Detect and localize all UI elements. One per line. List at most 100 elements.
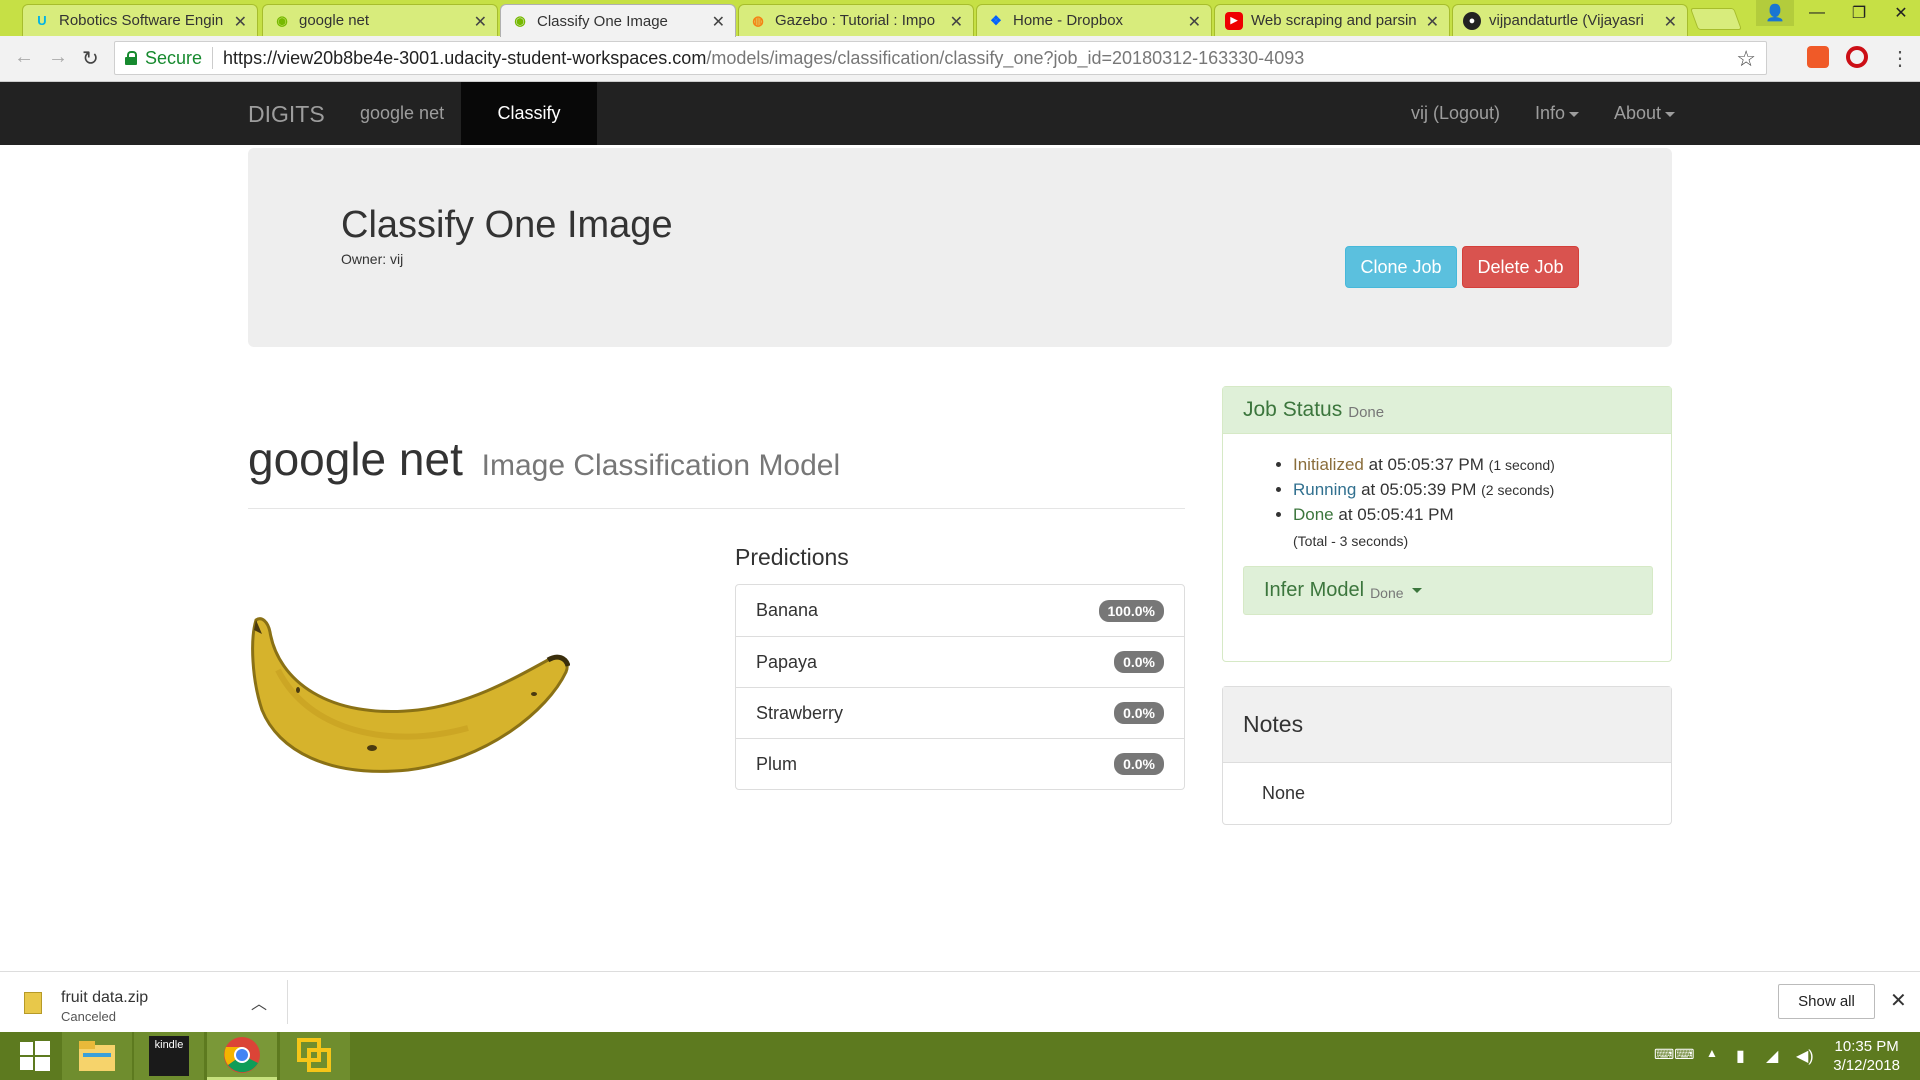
- tab-gazebo[interactable]: ◍ Gazebo : Tutorial : Impo ✕: [738, 4, 974, 36]
- prediction-item: Strawberry 0.0%: [736, 687, 1184, 738]
- close-icon[interactable]: ✕: [1188, 12, 1201, 32]
- close-icon[interactable]: ✕: [234, 12, 247, 32]
- bookmark-star-icon[interactable]: ☆: [1736, 46, 1756, 72]
- tray-expand-icon[interactable]: ▲: [1706, 1046, 1718, 1060]
- clock-date: 3/12/2018: [1833, 1057, 1900, 1074]
- job-owner: Owner: vij: [341, 251, 404, 267]
- system-clock[interactable]: 10:35 PM 3/12/2018: [1833, 1037, 1900, 1075]
- menu-icon[interactable]: ⋮: [1890, 46, 1910, 71]
- windows-start-icon[interactable]: [0, 1032, 70, 1080]
- chrome-icon[interactable]: [207, 1032, 277, 1080]
- minimize-icon[interactable]: —: [1798, 0, 1836, 26]
- delete-job-button[interactable]: Delete Job: [1462, 246, 1579, 288]
- prediction-badge: 0.0%: [1114, 651, 1164, 673]
- tab-dropbox[interactable]: ❖ Home - Dropbox ✕: [976, 4, 1212, 36]
- nav-classify-one[interactable]: Classify One: [461, 82, 597, 186]
- model-name[interactable]: google net: [248, 433, 463, 485]
- close-icon[interactable]: ✕: [1890, 988, 1907, 1013]
- close-icon[interactable]: ✕: [1426, 12, 1439, 32]
- gazebo-icon: ◍: [752, 12, 764, 28]
- network-icon[interactable]: ◢: [1766, 1046, 1778, 1066]
- tab-title: Robotics Software Engin: [59, 12, 224, 29]
- reload-icon[interactable]: ↻: [82, 46, 99, 71]
- caret-down-icon: [1411, 588, 1422, 593]
- restore-icon[interactable]: ❐: [1840, 0, 1878, 26]
- job-status-state: Done: [1348, 403, 1385, 421]
- new-tab-button[interactable]: [1689, 8, 1743, 30]
- nav-about-menu[interactable]: About: [1596, 82, 1693, 145]
- github-icon: ●: [1463, 11, 1481, 30]
- close-icon[interactable]: ✕: [1664, 12, 1677, 32]
- job-status-title: Job Status: [1243, 398, 1343, 421]
- secure-label: Secure: [145, 47, 203, 68]
- opera-icon[interactable]: [1846, 46, 1868, 68]
- tab-classify-one[interactable]: ◉ Classify One Image ✕: [500, 4, 736, 37]
- nav-about-label: About: [1614, 103, 1662, 123]
- prediction-label: Banana: [756, 600, 819, 620]
- file-explorer-icon[interactable]: [62, 1032, 132, 1080]
- nav-info-menu[interactable]: Info: [1517, 82, 1597, 145]
- infer-model-state: Done: [1370, 584, 1404, 601]
- nvidia-icon: ◉: [276, 12, 288, 28]
- tab-title: Home - Dropbox: [1013, 12, 1124, 29]
- clone-job-button[interactable]: Clone Job: [1345, 246, 1457, 288]
- window-close-icon[interactable]: ✕: [1882, 0, 1920, 26]
- status-state: Done: [1293, 505, 1334, 524]
- close-icon[interactable]: ✕: [950, 12, 963, 32]
- url-path: /models/images/classification/classify_o…: [706, 47, 1305, 68]
- page-title: Classify One Image: [341, 204, 673, 246]
- forward-icon[interactable]: →: [48, 46, 68, 69]
- status-time: at 05:05:41 PM: [1338, 505, 1454, 524]
- prediction-item: Papaya 0.0%: [736, 636, 1184, 687]
- status-time: at 05:05:37 PM: [1368, 455, 1484, 474]
- job-status-heading: Job Status Done: [1223, 387, 1671, 434]
- caret-down-icon: [1569, 111, 1580, 117]
- job-header: Classify One Image Owner: vij Clone Job …: [248, 148, 1672, 347]
- brand-logo[interactable]: DIGITS: [248, 101, 325, 128]
- divider: [212, 47, 214, 69]
- address-bar[interactable]: Secure https://view20b8be4e-3001.udacity…: [114, 41, 1767, 75]
- status-state: Running: [1293, 480, 1357, 499]
- digits-navbar: DIGITS google net Classify One vij (Logo…: [0, 82, 1920, 186]
- tab-title: vijpandaturtle (Vijayasri: [1489, 12, 1644, 29]
- back-icon[interactable]: ←: [14, 46, 34, 69]
- kindle-icon[interactable]: kindle: [134, 1032, 204, 1080]
- status-state: Initialized: [1293, 455, 1364, 474]
- chevron-up-icon[interactable]: ︿: [251, 990, 267, 1014]
- tab-google-net[interactable]: ◉ google net ✕: [262, 4, 498, 36]
- prediction-label: Papaya: [756, 651, 818, 672]
- status-event: Done at 05:05:41 PM: [1293, 505, 1555, 530]
- keyboard-icon[interactable]: ⌨⌨: [1654, 1046, 1694, 1063]
- show-all-button[interactable]: Show all: [1778, 984, 1875, 1019]
- model-type: Image Classification Model: [481, 449, 841, 482]
- nav-logout[interactable]: vij (Logout): [1393, 82, 1518, 145]
- tab-title: google net: [299, 12, 370, 29]
- prediction-badge: 100.0%: [1098, 599, 1164, 622]
- download-filename[interactable]: fruit data.zip: [61, 989, 148, 1007]
- status-duration: (2 seconds): [1481, 482, 1555, 498]
- tab-youtube[interactable]: ▶ Web scraping and parsin ✕: [1214, 4, 1450, 36]
- clock-time: 10:35 PM: [1834, 1038, 1899, 1055]
- close-icon[interactable]: ✕: [712, 12, 725, 32]
- nav-google-net[interactable]: google net: [342, 82, 462, 145]
- predictions-title: Predictions: [735, 544, 849, 570]
- classified-image-banana: [251, 617, 570, 773]
- extension-icon[interactable]: [1807, 46, 1829, 68]
- windows-taskbar: kindle ⌨⌨ ▲ ▮ ◢ ◀) 10:35 PM 3/12/2018: [0, 1032, 1920, 1080]
- prediction-badge: 0.0%: [1114, 702, 1164, 724]
- close-icon[interactable]: ✕: [474, 12, 487, 32]
- dropbox-icon: ❖: [990, 12, 1002, 28]
- vmware-icon[interactable]: [280, 1032, 350, 1080]
- notes-body: None: [1262, 783, 1306, 803]
- tab-github[interactable]: ● vijpandaturtle (Vijayasri ✕: [1452, 4, 1688, 36]
- divider: [287, 980, 288, 1024]
- infer-model-dropdown[interactable]: Infer Model Done: [1243, 566, 1653, 615]
- zip-file-icon: [24, 992, 42, 1014]
- tab-robotics[interactable]: U Robotics Software Engin ✕: [22, 4, 258, 36]
- profile-icon[interactable]: 👤: [1756, 0, 1794, 26]
- status-event-list: Initialized at 05:05:37 PM (1 second) Ru…: [1293, 455, 1555, 530]
- battery-icon[interactable]: ▮: [1736, 1046, 1745, 1066]
- prediction-badge: 0.0%: [1114, 753, 1164, 775]
- divider: [248, 508, 1185, 509]
- volume-icon[interactable]: ◀): [1796, 1046, 1814, 1066]
